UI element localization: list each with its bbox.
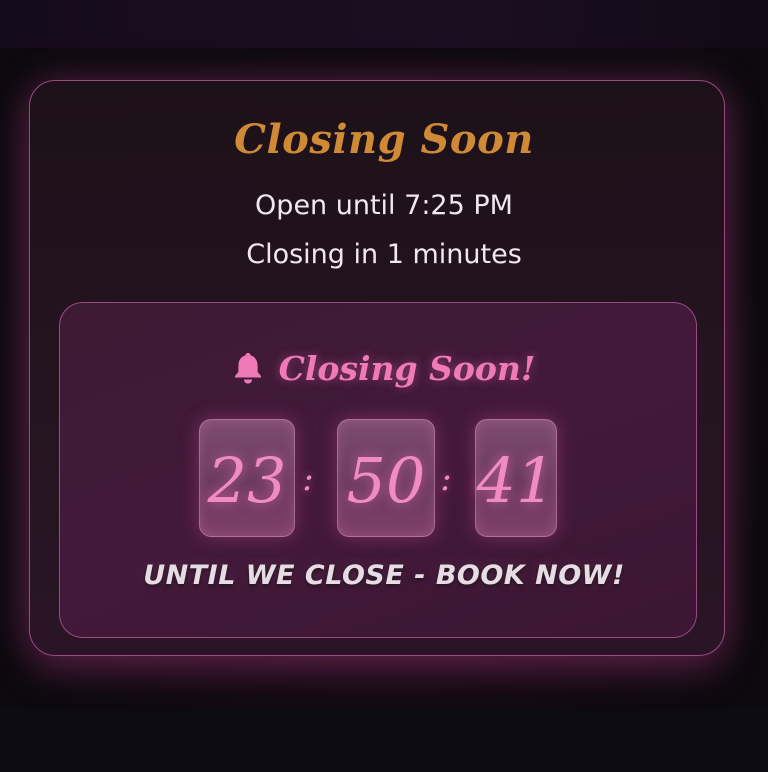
seconds-tile: 41 (475, 419, 557, 537)
bell-icon (234, 353, 261, 384)
bottom-bar (0, 708, 768, 772)
top-bar (0, 0, 768, 48)
separator: : (302, 459, 314, 499)
minutes-tile: 50 (337, 419, 435, 537)
hours-tile: 23 (199, 419, 295, 537)
closing-alert: Closing Soon! (0, 342, 768, 394)
seconds-value: 41 (476, 444, 556, 517)
open-until-text: Open until 7:25 PM (255, 190, 513, 221)
book-now-cta[interactable]: UNTIL WE CLOSE - BOOK NOW! (0, 560, 768, 591)
alert-label: Closing Soon! (278, 348, 536, 388)
closing-in-text: Closing in 1 minutes (246, 239, 522, 270)
card-title: Closing Soon (234, 116, 534, 163)
hours-value: 23 (207, 444, 287, 517)
page: Closing Soon Open until 7:25 PM Closing … (0, 0, 768, 772)
minutes-value: 50 (346, 444, 426, 517)
separator: : (440, 459, 452, 499)
